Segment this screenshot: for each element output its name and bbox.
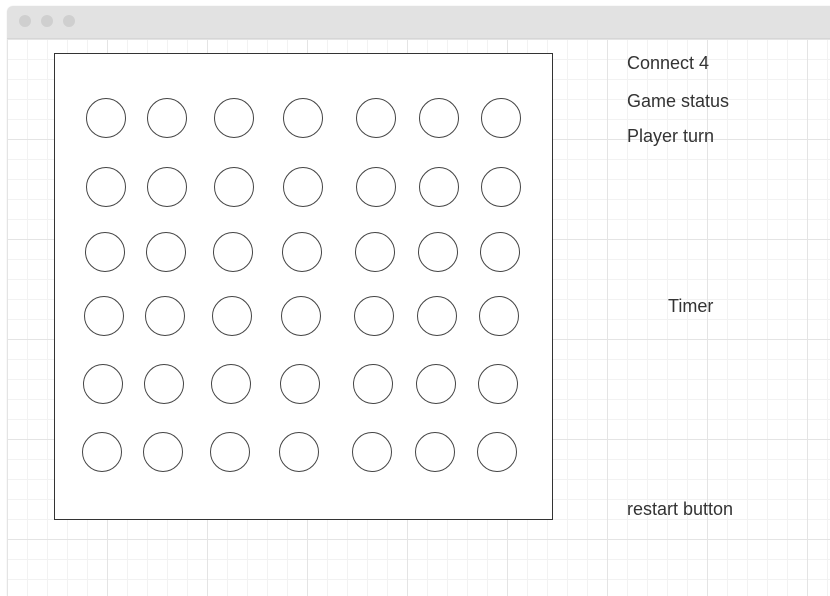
board-slot-r5-c3[interactable] [211, 364, 251, 404]
board-slot-r5-c6[interactable] [416, 364, 456, 404]
board-slot-r5-c2[interactable] [144, 364, 184, 404]
board-slot-r2-c2[interactable] [147, 167, 187, 207]
board-slot-r3-c6[interactable] [418, 232, 458, 272]
board-slot-r5-c7[interactable] [478, 364, 518, 404]
board-slot-r3-c4[interactable] [282, 232, 322, 272]
board-slot-r1-c5[interactable] [356, 98, 396, 138]
board-slot-r2-c7[interactable] [481, 167, 521, 207]
board-slot-r3-c1[interactable] [85, 232, 125, 272]
board-slot-r6-c2[interactable] [143, 432, 183, 472]
app-title: Connect 4 [627, 53, 710, 73]
board-slot-r5-c1[interactable] [83, 364, 123, 404]
close-window-icon[interactable] [19, 15, 31, 27]
board-slot-r3-c5[interactable] [355, 232, 395, 272]
board-slot-r4-c3[interactable] [212, 296, 252, 336]
board-slot-r4-c7[interactable] [479, 296, 519, 336]
board-slot-r5-c5[interactable] [353, 364, 393, 404]
board-slot-r2-c5[interactable] [356, 167, 396, 207]
board-slot-r1-c3[interactable] [214, 98, 254, 138]
game-board [54, 53, 553, 520]
board-slot-r6-c3[interactable] [210, 432, 250, 472]
player-turn-label: Player turn [627, 126, 715, 146]
board-slot-r6-c5[interactable] [352, 432, 392, 472]
restart-button[interactable]: restart button [627, 498, 733, 520]
window-titlebar [7, 6, 830, 39]
board-slot-r1-c7[interactable] [481, 98, 521, 138]
board-slot-r4-c5[interactable] [354, 296, 394, 336]
minimize-window-icon[interactable] [41, 15, 53, 27]
board-slot-r3-c2[interactable] [146, 232, 186, 272]
board-slot-r4-c2[interactable] [145, 296, 185, 336]
timer-label: Timer [668, 296, 714, 316]
board-slot-r2-c6[interactable] [419, 167, 459, 207]
game-status-label: Game status [627, 91, 730, 111]
board-slot-r1-c1[interactable] [86, 98, 126, 138]
board-slot-r1-c4[interactable] [283, 98, 323, 138]
board-slot-r6-c4[interactable] [279, 432, 319, 472]
board-slot-r2-c3[interactable] [214, 167, 254, 207]
board-slot-r4-c6[interactable] [417, 296, 457, 336]
board-slot-r6-c7[interactable] [477, 432, 517, 472]
board-slot-r6-c1[interactable] [82, 432, 122, 472]
maximize-window-icon[interactable] [63, 15, 75, 27]
board-slot-r1-c2[interactable] [147, 98, 187, 138]
board-slot-r5-c4[interactable] [280, 364, 320, 404]
board-slot-r3-c3[interactable] [213, 232, 253, 272]
board-slot-r6-c6[interactable] [415, 432, 455, 472]
board-slot-r2-c4[interactable] [283, 167, 323, 207]
board-slot-r2-c1[interactable] [86, 167, 126, 207]
board-slot-r4-c4[interactable] [281, 296, 321, 336]
board-slot-r3-c7[interactable] [480, 232, 520, 272]
board-slot-r1-c6[interactable] [419, 98, 459, 138]
board-slot-r4-c1[interactable] [84, 296, 124, 336]
